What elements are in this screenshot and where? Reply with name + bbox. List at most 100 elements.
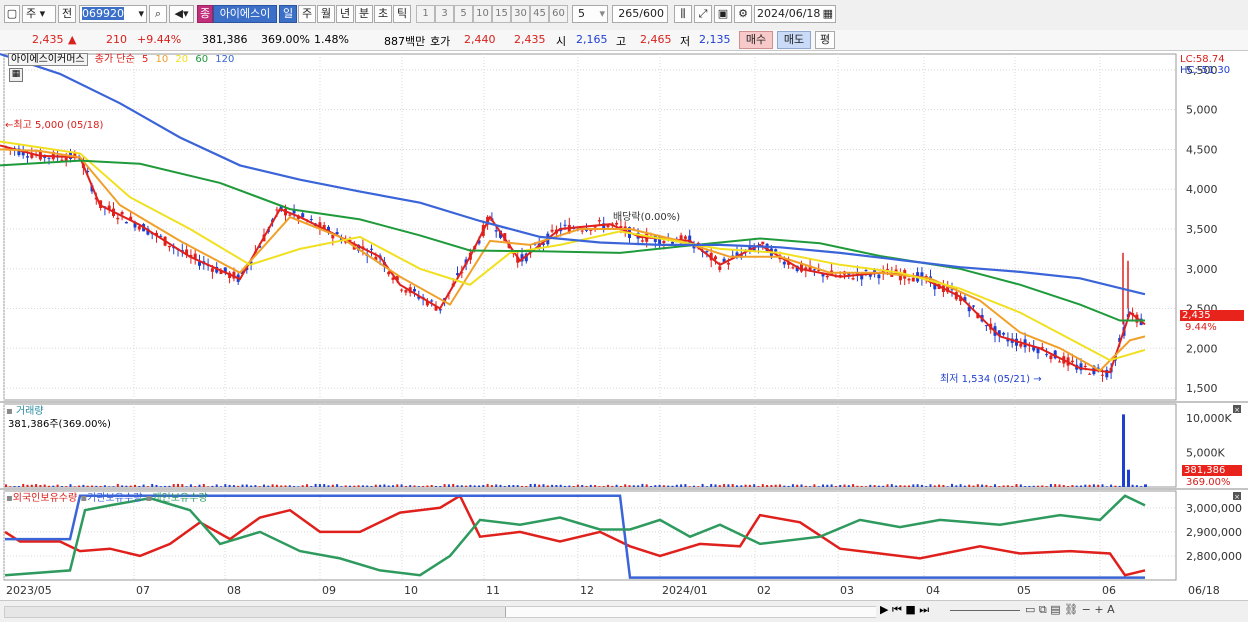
candle-icon[interactable]: ⫼ [674, 5, 692, 23]
period-tab-4[interactable]: 년 [336, 5, 354, 23]
fast-forward-icon[interactable]: ⏭ [919, 603, 929, 616]
prev-button[interactable]: 전 [58, 5, 76, 23]
volume-bar [112, 486, 115, 487]
volume-bar [697, 486, 700, 487]
x-tick-label: 06 [1102, 584, 1116, 597]
interval-tab-30[interactable]: 30 [511, 5, 530, 23]
calculator-icon[interactable]: ▦ [9, 68, 23, 82]
search-icon[interactable]: ⌕ [149, 5, 167, 23]
x-tick-label: 07 [136, 584, 150, 597]
gear-icon[interactable]: ⚙ [734, 5, 752, 23]
volume-bar [95, 485, 98, 487]
volume-bar [258, 486, 261, 487]
volume-bar [1118, 485, 1121, 487]
scrollbar-thumb[interactable] [505, 607, 876, 617]
volume-bar [516, 485, 519, 487]
volume-bar [972, 485, 975, 487]
volume-bar [886, 484, 889, 487]
volume-bar [817, 486, 820, 487]
stock-name-legend[interactable]: 아이에스이커머스 [8, 53, 88, 66]
stock-code-input[interactable]: 069920 ▾ [79, 5, 147, 23]
horizontal-scrollbar[interactable] [4, 606, 876, 618]
candle-body [370, 248, 373, 250]
volume-bar [116, 483, 119, 487]
volume-bar [671, 485, 674, 487]
close-icon[interactable]: × [1233, 405, 1241, 414]
period-tab-6[interactable]: 초 [374, 5, 392, 23]
interval-select[interactable]: 5 ▾ [572, 5, 608, 23]
interval-tab-5[interactable]: 5 [454, 5, 473, 23]
interval-tab-3[interactable]: 3 [435, 5, 454, 23]
candle-body [400, 289, 404, 291]
volume-bar [275, 484, 278, 487]
volume-bar [650, 485, 652, 487]
volume-bar [142, 484, 145, 487]
volume-bar [65, 486, 68, 487]
speaker-icon[interactable]: ◀▾ [169, 5, 194, 23]
close-icon[interactable]: × [1233, 492, 1241, 501]
volume-bar [731, 484, 734, 487]
date-field[interactable]: 2024/06/18 ▦ [754, 5, 836, 23]
volume-bar [17, 486, 20, 487]
font-size-icon[interactable]: A [1107, 603, 1115, 616]
legend-foreign: 외국인보유수량 [12, 493, 78, 504]
period-tab-7[interactable]: 틱 [393, 5, 411, 23]
period-tab-1[interactable]: 일 [279, 5, 297, 23]
volume-bar [336, 484, 339, 487]
volume-bar [456, 485, 459, 487]
sell-button[interactable]: 매도 [777, 31, 811, 49]
zoom-slider[interactable] [950, 610, 1020, 611]
line-tool-icon[interactable]: ⤢ [694, 5, 712, 23]
candle-body [1049, 355, 1053, 360]
play-icon[interactable]: ▶ [880, 603, 888, 616]
candle-body [430, 300, 434, 302]
stock-code-value: 069920 [82, 7, 124, 20]
holder-line-3 [4, 494, 1146, 577]
volume-bar [933, 485, 936, 487]
x-tick-label: 2024/01 [662, 584, 708, 597]
stock-name[interactable]: 아이에스이 [213, 5, 277, 23]
window-split-icon[interactable]: ⧉ [1039, 603, 1047, 616]
chevron-down-icon: ▾ [599, 7, 605, 20]
interval-tab-10[interactable]: 10 [473, 5, 492, 23]
layout-icon[interactable]: ▤ [1050, 603, 1060, 616]
count-total: /600 [639, 7, 664, 20]
volume-bar [164, 485, 167, 487]
candle-body [877, 274, 881, 279]
volume-bar [478, 485, 480, 487]
volume-bar [1058, 484, 1061, 487]
interval-tab-60[interactable]: 60 [549, 5, 568, 23]
stop-icon[interactable]: ■ [905, 603, 915, 616]
rewind-icon[interactable]: ⏮ [892, 603, 902, 616]
window-icon[interactable]: ▢ [4, 5, 20, 23]
count-field[interactable]: 265/600 [612, 5, 668, 23]
volume-bar [155, 484, 158, 487]
period-mode-select[interactable]: 주 ▾ [22, 5, 56, 23]
interval-tab-1[interactable]: 1 [416, 5, 435, 23]
volume-bar [860, 485, 863, 487]
window-tile-icon[interactable]: ▭ [1025, 603, 1035, 616]
candle-body [1083, 365, 1087, 367]
period-tab-3[interactable]: 월 [317, 5, 335, 23]
period-tab-2[interactable]: 주 [298, 5, 316, 23]
volume-bar [211, 485, 214, 487]
period-tab-5[interactable]: 분 [355, 5, 373, 23]
holder-line-1 [4, 494, 1146, 577]
volume-bar [392, 485, 394, 487]
volume-bar [134, 484, 136, 487]
volume-bar [662, 485, 665, 487]
candle-body [1070, 360, 1074, 363]
volume-bar [1032, 485, 1035, 487]
volume-bar [465, 485, 468, 487]
evaluate-button[interactable]: 평 [815, 31, 835, 49]
volume-bar [1024, 486, 1027, 487]
interval-tab-15[interactable]: 15 [492, 5, 511, 23]
zoom-minus-icon[interactable]: − [1082, 603, 1091, 616]
volume-bar [267, 485, 270, 487]
save-icon[interactable]: ▣ [714, 5, 732, 23]
interval-tab-45[interactable]: 45 [530, 5, 549, 23]
chart-link-icon[interactable]: ⛓ [1064, 603, 1078, 616]
zoom-plus-icon[interactable]: + [1094, 603, 1103, 616]
volume-bar [172, 484, 175, 487]
buy-button[interactable]: 매수 [739, 31, 773, 49]
